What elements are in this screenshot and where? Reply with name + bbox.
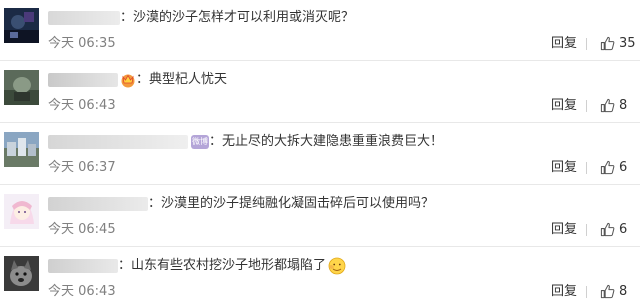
like-button[interactable]: 8 <box>600 97 627 114</box>
reply-button[interactable]: 回复 <box>551 222 577 238</box>
thumbs-up-icon <box>600 284 615 299</box>
like-count: 35 <box>619 35 636 51</box>
comment-item: ██████ ：沙漠里的沙子提纯融化凝固击碎后可以使用吗？ 今天 06:45 回… <box>0 186 640 247</box>
like-count: 8 <box>619 97 628 113</box>
thumbs-up-icon <box>600 98 615 113</box>
timestamp: 今天 06:45 <box>48 222 116 237</box>
thumbs-up-icon <box>600 160 615 175</box>
embarrassed-emoji-icon <box>328 257 346 275</box>
comment-list: ██████ ：沙漠的沙子怎样才可以利用或消灭呢？ 今天 06:35 回复 35… <box>0 0 640 308</box>
comment-text: ：山东有些农村挖沙子地形都塌陷了 <box>118 258 327 273</box>
vip-crown-icon <box>120 72 136 88</box>
avatar[interactable] <box>4 194 39 229</box>
divider <box>586 224 587 236</box>
divider <box>586 286 587 298</box>
username[interactable]: ██████ <box>48 135 188 149</box>
like-button[interactable]: 6 <box>600 221 627 238</box>
reply-button[interactable]: 回复 <box>551 36 577 52</box>
like-button[interactable]: 35 <box>600 35 636 52</box>
comment-item: ██████ ：山东有些农村挖沙子地形都塌陷了 今天 06:43 回复 8 <box>0 248 640 308</box>
timestamp: 今天 06:37 <box>48 160 116 175</box>
username[interactable]: ██████ <box>48 73 118 87</box>
avatar[interactable] <box>4 8 39 43</box>
like-count: 8 <box>619 283 628 299</box>
comment-text: ：沙漠里的沙子提纯融化凝固击碎后可以使用吗？ <box>148 196 435 211</box>
comment-text: ：典型杞人忧天 <box>136 72 228 87</box>
username[interactable]: ██████ <box>48 259 118 273</box>
comment-text: ：沙漠的沙子怎样才可以利用或消灭呢？ <box>120 10 355 25</box>
comment-item: ██████ ：典型杞人忧天 今天 06:43 回复 8 <box>0 62 640 123</box>
weibo-badge: 微博 <box>191 135 209 149</box>
like-button[interactable]: 6 <box>600 159 627 176</box>
comment-item: ██████ ：沙漠的沙子怎样才可以利用或消灭呢？ 今天 06:35 回复 35 <box>0 0 640 61</box>
timestamp: 今天 06:43 <box>48 284 116 299</box>
divider <box>586 38 587 50</box>
divider <box>586 100 587 112</box>
reply-button[interactable]: 回复 <box>551 98 577 114</box>
divider <box>586 162 587 174</box>
username[interactable]: ██████ <box>48 197 148 211</box>
timestamp: 今天 06:43 <box>48 98 116 113</box>
like-count: 6 <box>619 221 628 237</box>
like-button[interactable]: 8 <box>600 283 627 300</box>
thumbs-up-icon <box>600 36 615 51</box>
comment-item: ██████ 微博 ：无止尽的大拆大建隐患重重浪费巨大！ 今天 06:37 回复… <box>0 124 640 185</box>
reply-button[interactable]: 回复 <box>551 160 577 176</box>
thumbs-up-icon <box>600 222 615 237</box>
timestamp: 今天 06:35 <box>48 36 116 51</box>
username[interactable]: ██████ <box>48 11 120 25</box>
avatar[interactable] <box>4 256 39 291</box>
avatar[interactable] <box>4 70 39 105</box>
avatar[interactable] <box>4 132 39 167</box>
like-count: 6 <box>619 159 628 175</box>
comment-text: ：无止尽的大拆大建隐患重重浪费巨大！ <box>209 134 444 149</box>
reply-button[interactable]: 回复 <box>551 284 577 300</box>
